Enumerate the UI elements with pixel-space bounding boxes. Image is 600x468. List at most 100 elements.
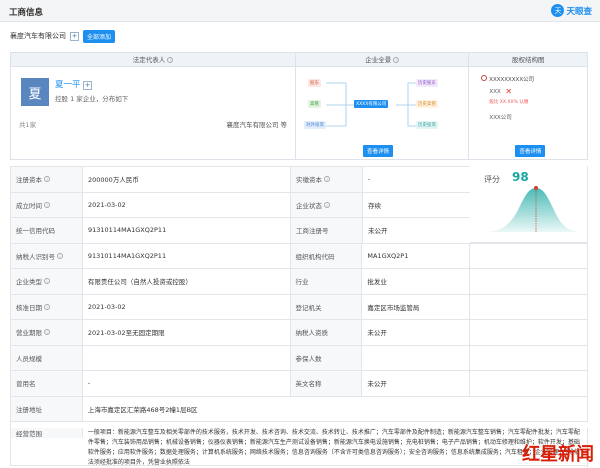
label-reg-number: 工商注册号 [291,218,363,243]
node-company[interactable]: XXXX有限公司 [354,100,389,108]
page-title: 工商信息 [9,8,44,18]
close-icon[interactable]: ✕ [505,87,512,96]
node-executive[interactable]: 高管 [308,100,322,108]
equity-bottom-company[interactable]: XXX公司 [489,113,511,121]
add-all-button[interactable]: 全部添加 [83,29,116,43]
add-icon[interactable]: + [70,31,79,41]
node-investment[interactable]: 对外投资 [304,121,327,129]
info-icon[interactable]: i [324,176,330,183]
info-icon[interactable]: i [324,201,330,208]
info-icon[interactable]: i [393,57,400,63]
label-status: 企业状态 i [291,192,363,217]
table-row: 曾用名 - 英文名称 未公开 [11,371,588,397]
avatar: 夏 [21,78,49,106]
value-status: 存续 [363,192,471,217]
value-company-type: 有限责任公司（自然人投资或控股） [83,269,291,294]
header-bar: 工商信息 天 天眼查 [0,0,600,22]
watermark: 红星新闻 [522,444,594,465]
legal-rep-desc: 控股 1 家企业，分布如下 [55,95,129,103]
legal-rep-count: 共1家 [19,121,37,129]
label-english-name: 英文名称 [290,371,363,396]
info-icon[interactable]: i [44,176,50,183]
table-row: 人员规模 参保人数 [11,345,588,371]
legal-rep-name[interactable]: 夏一平 + [55,78,93,90]
summary-panels: 法定代表人 i 夏 夏一平 + 控股 1 家企业，分布如下 共1家 襄度汽车有限公… [10,52,588,160]
equity-top-company[interactable]: XXXXXXXXX公司 [481,75,534,83]
label-authority: 登记机关 [290,294,363,319]
panorama-detail-button[interactable]: 查看详情 [363,145,394,157]
node-past-shareholder[interactable]: 历史股东 [416,79,439,87]
equity-line3: 股比 XX.XX% 认缴 [489,100,529,105]
value-industry: 批发业 [362,269,471,294]
label-staff-size: 人员规模 [11,345,83,370]
node-shareholder[interactable]: 股东 [308,79,322,87]
value-business-term: 2021-03-02至无固定期限 [83,320,291,345]
value-credit-code: 91310114MA1GXQ2P11 [83,218,291,243]
table-row: 企业类型 i 有限责任公司（自然人投资或控股） 行业 批发业 [11,269,588,295]
value-founded: 2021-03-02 [83,192,291,217]
info-icon[interactable]: i [167,57,174,63]
label-business-term: 营业期限 i [11,320,83,345]
node-past-investment[interactable]: 历史投资 [416,121,439,129]
label-company-type: 企业类型 i [11,269,83,294]
score-curve [480,186,582,232]
blank-cell [470,345,588,370]
tianyancha-logo[interactable]: 天 天眼查 [551,4,592,17]
equity-title: 股权结构图 [469,53,588,67]
label-credit-code: 统一信用代码 [11,218,83,243]
value-address: 上海市嘉定区汇荣路468号2幢1层B区 [83,396,588,421]
blank-cell [470,269,588,294]
logo-text: 天眼查 [566,6,592,17]
value-scope: 一般项目：新能源汽车整车及相关零部件的技术服务，技术开发、技术咨询、技术交流、技… [87,429,580,466]
legal-rep-panel: 法定代表人 i 夏 夏一平 + 控股 1 家企业，分布如下 共1家 襄度汽车有限公… [11,53,297,159]
logo-icon: 天 [551,4,565,17]
label-founded: 成立时间 i [11,192,83,217]
value-org-code: MA1GXQ2P1 [362,243,471,268]
table-row: 注册地址 上海市嘉定区汇荣路468号2幢1层B区 [11,396,588,422]
legal-rep-title: 法定代表人 i [11,53,296,67]
info-icon[interactable]: i [44,278,50,285]
value-tax-qualification: 未公开 [362,320,471,345]
value-authority: 嘉定区市场监管局 [362,294,471,319]
blank-cell [470,294,588,319]
label-paid-capital: 实缴资本 i [291,167,363,192]
info-icon[interactable]: i [44,201,50,208]
table-row: 核准日期 i 2021-03-02 登记机关 嘉定区市场监管局 [11,294,588,320]
value-insured-count [362,345,471,370]
equity-panel: 股权结构图 XXXXXXXXX公司 XXX ✕ 股比 XX.XX% 认缴 XXX… [469,53,588,159]
value-taxpayer-id: 91310114MA1GXQ2P11 [83,243,291,268]
label-taxpayer-id: 纳税人识别号 i [11,243,83,268]
blank-cell [470,320,588,345]
value-former-name: - [83,371,291,396]
value-approval-date: 2021-03-02 [83,294,291,319]
table-row: 营业期限 i 2021-03-02至无固定期限 纳税人资质 未公开 [11,320,588,346]
label-tax-qualification: 纳税人资质 [290,320,363,345]
add-icon[interactable]: + [83,81,93,90]
business-info-page: 工商信息 天 天眼查 襄度汽车有限公司 + 全部添加 法定代表人 i 夏 夏一平 … [0,0,600,468]
info-icon[interactable]: i [44,329,50,336]
legal-rep-company[interactable]: 襄度汽车有限公司 等 [226,119,287,129]
label-industry: 行业 [290,269,363,294]
company-row: 襄度汽车有限公司 + 全部添加 [10,29,116,43]
label-insured-count: 参保人数 [290,345,363,370]
equity-line2: XXX [489,89,501,95]
table-row: 纳税人识别号 i 91310114MA1GXQ2P11 组织机构代码 MA1GXQ… [11,243,588,269]
node-past-executive[interactable]: 历史高管 [416,100,439,108]
value-paid-capital: - [363,167,471,192]
blank-cell [470,243,588,268]
value-staff-size [83,345,291,370]
score-panel: 评分 98 [470,166,588,243]
label-address: 注册地址 [11,396,83,421]
table-row: 经营范围 一般项目：新能源汽车整车及相关零部件的技术服务，技术开发、技术咨询、技… [11,422,588,468]
info-icon[interactable]: i [57,252,63,259]
label-registered-capital: 注册资本 i [11,167,83,192]
company-name: 襄度汽车有限公司 [10,32,66,40]
value-reg-number: 未公开 [363,218,471,243]
panorama-title: 企业全景 i [296,53,469,67]
value-english-name: 未公开 [362,371,471,396]
score-marker [534,186,538,190]
label-org-code: 组织机构代码 [290,243,363,268]
info-icon[interactable]: i [44,303,50,310]
equity-detail-button[interactable]: 查看详情 [515,145,546,157]
value-registered-capital: 200000万人民币 [83,167,291,192]
